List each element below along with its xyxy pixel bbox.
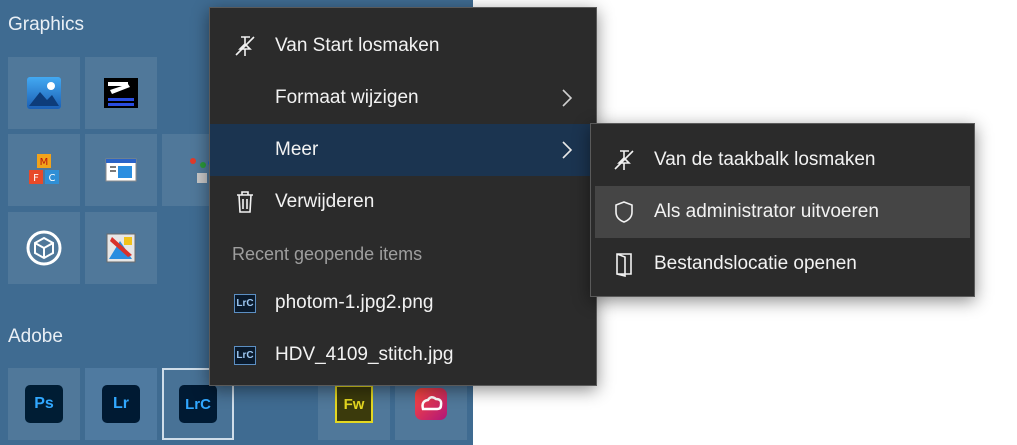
submenu-item-unpin-taskbar[interactable]: Van de taakbalk losmaken [591,134,974,186]
recent-item[interactable]: LrC photom-1.jpg2.png [210,277,596,329]
menu-label-unpin-start: Van Start losmaken [275,35,440,56]
group-title-adobe: Adobe [8,326,63,347]
shield-icon [615,201,633,223]
text-editor-icon [104,78,138,108]
lightroom-classic-file-icon: LrC [232,290,258,316]
mfc-blocks-icon: M F C [29,154,59,184]
photoshop-icon: Ps [25,385,63,423]
menu-item-more[interactable]: Meer [210,124,596,176]
lightroom-icon: Lr [102,385,140,423]
photos-app-icon [27,77,61,109]
lightroom-classic-file-icon: LrC [232,342,258,368]
recent-item[interactable]: LrC HDV_4109_stitch.jpg [210,329,596,381]
menu-item-unpin-start[interactable]: Van Start losmaken [210,20,596,72]
folder-open-icon [616,253,632,277]
menu-label-resize: Formaat wijzigen [275,87,419,108]
lightroom-label: Lr [113,395,129,412]
tile-paint-app[interactable] [85,212,157,284]
tile-mfc-app[interactable]: M F C [8,134,80,206]
tile-text-app[interactable] [85,57,157,129]
tile-window-app[interactable] [85,134,157,206]
menu-label-uninstall: Verwijderen [275,191,375,212]
submenu-item-open-location[interactable]: Bestandslocatie openen [591,238,974,290]
lrc-badge: LrC [234,345,256,365]
submenu-label-unpin-taskbar: Van de taakbalk losmaken [654,149,876,170]
menu-item-resize[interactable]: Formaat wijzigen [210,72,596,124]
context-menu: Van Start losmaken Formaat wijzigen Meer… [209,7,597,386]
tile-3d-app[interactable] [8,212,80,284]
recent-items-header: Recent geopende items [232,244,423,264]
submenu-label-open-location: Bestandslocatie openen [654,253,857,274]
tile-lightroom[interactable]: Lr [85,368,157,440]
window-app-icon [105,158,137,182]
recent-item-label: HDV_4109_stitch.jpg [275,344,454,365]
3d-viewer-icon [26,230,62,266]
menu-item-uninstall[interactable]: Verwijderen [210,176,596,228]
submenu-label-run-as-admin: Als administrator uitvoeren [654,201,879,222]
unpin-icon [614,150,634,170]
lightroom-classic-label: LrC [185,395,211,413]
recent-item-label: photom-1.jpg2.png [275,292,434,313]
creative-cloud-icon [415,388,447,420]
photoshop-label: Ps [34,395,54,412]
lrc-badge: LrC [234,293,256,313]
tile-photos[interactable] [8,57,80,129]
fireworks-label: Fw [343,395,365,413]
lightroom-classic-icon: LrC [179,385,217,423]
svg-text:F: F [33,173,39,184]
fireworks-icon: Fw [335,385,373,423]
trash-icon [237,191,253,213]
svg-text:M: M [40,157,49,168]
chevron-right-icon [562,89,573,107]
unpin-icon [235,36,255,56]
tile-photoshop[interactable]: Ps [8,368,80,440]
svg-text:C: C [49,173,56,184]
submenu-item-run-as-admin[interactable]: Als administrator uitvoeren [595,186,970,238]
group-title-graphics: Graphics [8,14,85,35]
paint-app-icon [106,233,136,263]
chevron-right-icon [562,141,573,159]
menu-label-more: Meer [275,139,319,160]
submenu-more: Van de taakbalk losmaken Als administrat… [590,123,975,297]
